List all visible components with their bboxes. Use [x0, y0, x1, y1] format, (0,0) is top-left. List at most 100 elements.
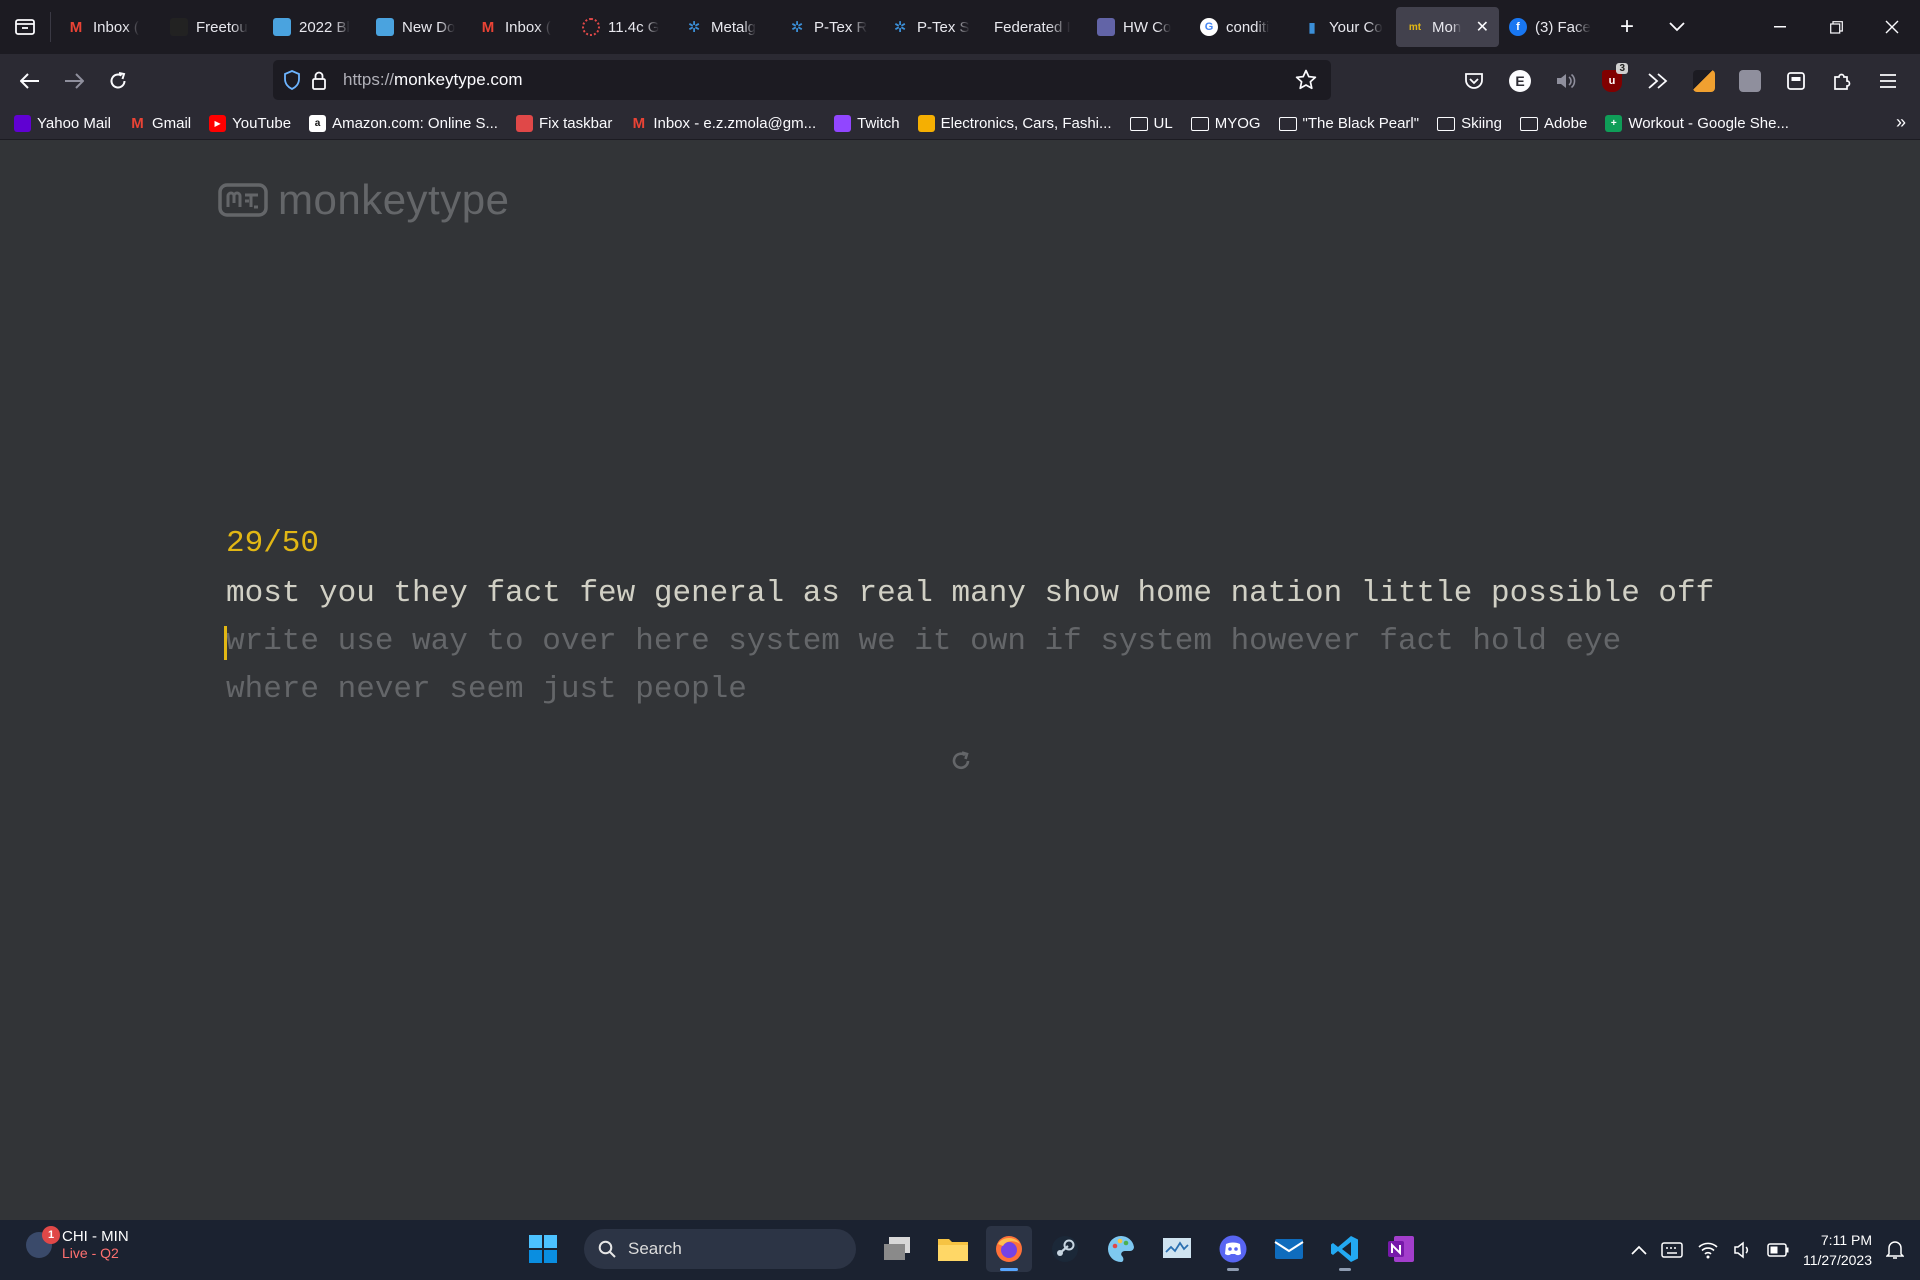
- pocket-icon: [1465, 73, 1483, 89]
- battery-icon[interactable]: [1767, 1243, 1789, 1257]
- back-button[interactable]: [8, 61, 52, 101]
- clock[interactable]: 7:11 PM 11/27/2023: [1803, 1230, 1872, 1270]
- steam-taskbar-button[interactable]: [1042, 1226, 1088, 1272]
- browser-tab[interactable]: Gconditi: [1190, 7, 1293, 47]
- bookmark-folder[interactable]: UL: [1129, 115, 1173, 132]
- bookmark-folder[interactable]: Skiing: [1437, 115, 1502, 132]
- url-bar[interactable]: https://monkeytype.com: [273, 60, 1331, 100]
- lock-icon[interactable]: [311, 70, 327, 90]
- orange-extension-button[interactable]: [1682, 61, 1726, 101]
- browser-tab[interactable]: ▮ Your Co: [1293, 7, 1396, 47]
- restore-button[interactable]: [1808, 0, 1864, 54]
- sports-widget[interactable]: 1 CHI - MIN Live - Q2: [26, 1225, 129, 1261]
- windows-logo-icon: [529, 1235, 557, 1263]
- bookmark-item[interactable]: Fix taskbar: [515, 115, 612, 132]
- extension-toolbar: E u3: [1452, 54, 1920, 108]
- tracking-protection-shield-icon[interactable]: [283, 70, 301, 90]
- puzzle-icon: [1834, 73, 1851, 90]
- extensions-button[interactable]: [1820, 61, 1864, 101]
- browser-tab[interactable]: ✲ P-Tex S: [881, 7, 984, 47]
- bookmark-item[interactable]: Electronics, Cars, Fashi...: [917, 115, 1112, 132]
- extension-e-button[interactable]: E: [1498, 61, 1542, 101]
- wifi-icon[interactable]: [1697, 1241, 1719, 1259]
- task-view-button[interactable]: [874, 1226, 920, 1272]
- grey-extension-button[interactable]: [1728, 61, 1772, 101]
- file-explorer-button[interactable]: [930, 1226, 976, 1272]
- browser-tab[interactable]: New Do: [366, 7, 469, 47]
- tab-title: Your Co: [1329, 18, 1383, 36]
- forward-button[interactable]: [52, 61, 96, 101]
- start-button[interactable]: [520, 1226, 566, 1272]
- url-text[interactable]: https://monkeytype.com: [343, 70, 523, 90]
- bookmark-folder[interactable]: Adobe: [1519, 115, 1587, 132]
- firefox-taskbar-button[interactable]: [986, 1226, 1032, 1272]
- fast-forward-extension-button[interactable]: [1636, 61, 1680, 101]
- firefox-view-icon: [15, 19, 35, 35]
- volume-icon[interactable]: [1733, 1241, 1753, 1259]
- taskbar-search-box[interactable]: Search: [584, 1229, 856, 1269]
- bookmark-item[interactable]: M Inbox - e.z.zmola@gm...: [630, 115, 817, 132]
- browser-tab[interactable]: Freetou: [160, 7, 263, 47]
- typing-test-words[interactable]: most you they fact few general as real m…: [224, 570, 1714, 714]
- bookmark-item[interactable]: Yahoo Mail: [14, 115, 111, 132]
- browser-tab[interactable]: M Inbox (: [469, 7, 572, 47]
- bookmark-item[interactable]: Twitch: [834, 115, 900, 132]
- paint-taskbar-button[interactable]: [1098, 1226, 1144, 1272]
- bookmark-item[interactable]: M Gmail: [129, 115, 191, 132]
- minimize-icon: [1774, 26, 1786, 28]
- tab-list: M Inbox (Freetou 2022 Bl New Do M Inbox (11.4…: [57, 0, 1602, 54]
- notification-bell-icon[interactable]: [1886, 1240, 1904, 1260]
- mail-taskbar-button[interactable]: [1266, 1226, 1312, 1272]
- bookmark-label: Electronics, Cars, Fashi...: [940, 115, 1112, 132]
- pocket-button[interactable]: [1452, 61, 1496, 101]
- browser-tab-active[interactable]: mt Mon ✕: [1396, 7, 1499, 47]
- bookmark-star-icon[interactable]: [1295, 69, 1317, 91]
- bookmark-label: MYOG: [1214, 115, 1261, 132]
- firefox-view-button[interactable]: [0, 0, 50, 54]
- list-all-tabs-button[interactable]: [1652, 0, 1702, 54]
- bookmark-folder[interactable]: MYOG: [1190, 115, 1261, 132]
- onenote-taskbar-button[interactable]: [1378, 1226, 1424, 1272]
- tab-title: Mon: [1432, 18, 1462, 36]
- browser-tab[interactable]: ✲ Metalg: [675, 7, 778, 47]
- keyboard-icon[interactable]: [1661, 1242, 1683, 1258]
- browser-tab[interactable]: ✲ P-Tex R: [778, 7, 881, 47]
- favicon-gear-icon: ✲: [687, 19, 701, 36]
- bookmark-label: Amazon.com: Online S...: [332, 115, 498, 132]
- bookmarks-overflow-button[interactable]: »: [1896, 112, 1906, 133]
- close-tab-icon[interactable]: ✕: [1476, 17, 1489, 37]
- grey-extension-icon: [1739, 70, 1761, 92]
- bookmark-item[interactable]: + Workout - Google She...: [1605, 115, 1789, 132]
- browser-tab[interactable]: HW Co: [1087, 7, 1190, 47]
- favicon-gear-icon: ✲: [790, 19, 804, 36]
- browser-tab[interactable]: 11.4c G: [572, 7, 675, 47]
- app-menu-button[interactable]: [1866, 61, 1910, 101]
- close-window-button[interactable]: [1864, 0, 1920, 54]
- favicon-loading-icon: [582, 18, 600, 36]
- discord-taskbar-button[interactable]: [1210, 1226, 1256, 1272]
- browser-tab[interactable]: f (3) Face: [1499, 7, 1602, 47]
- ublock-origin-button[interactable]: u3: [1590, 61, 1634, 101]
- vscode-taskbar-button[interactable]: [1322, 1226, 1368, 1272]
- chevron-up-icon[interactable]: [1631, 1245, 1647, 1255]
- restart-test-button[interactable]: [950, 750, 972, 777]
- onenote-icon: [1388, 1236, 1414, 1262]
- bookmark-item[interactable]: a Amazon.com: Online S...: [309, 115, 498, 132]
- reload-button[interactable]: [96, 61, 140, 101]
- browser-tab[interactable]: 2022 Bl: [263, 7, 366, 47]
- tab-title: 2022 Bl: [299, 18, 350, 36]
- logo-text: monkeytype: [278, 176, 510, 223]
- minimize-button[interactable]: [1752, 0, 1808, 54]
- volume-extension-button[interactable]: [1544, 61, 1588, 101]
- browser-tab[interactable]: Federated I: [984, 7, 1087, 47]
- new-tab-button[interactable]: +: [1602, 0, 1652, 54]
- container-extension-button[interactable]: [1774, 61, 1818, 101]
- bookmark-label: Twitch: [857, 115, 900, 132]
- resource-monitor-button[interactable]: [1154, 1226, 1200, 1272]
- bookmark-folder[interactable]: "The Black Pearl": [1278, 115, 1419, 132]
- running-indicator: [1227, 1268, 1239, 1271]
- browser-tab[interactable]: M Inbox (: [57, 7, 160, 47]
- screen: M Inbox (Freetou 2022 Bl New Do M Inbox (11.4…: [0, 0, 1920, 1280]
- bookmark-item[interactable]: ▶ YouTube: [209, 115, 291, 132]
- monkeytype-logo[interactable]: monkeytype: [218, 176, 509, 224]
